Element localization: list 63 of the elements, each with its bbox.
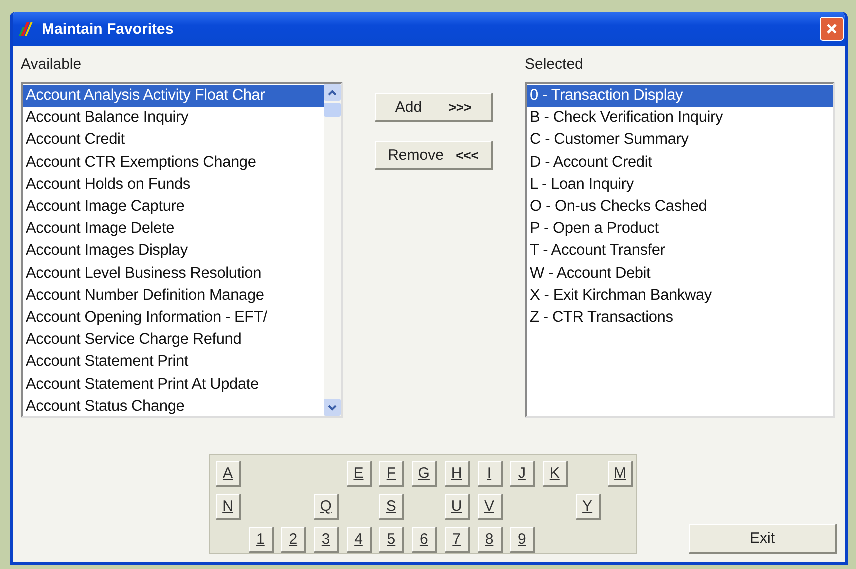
list-item[interactable]: Z - CTR Transactions (527, 307, 833, 330)
key-button[interactable]: V (478, 494, 502, 520)
list-item[interactable]: Account Level Business Resolution (23, 262, 324, 285)
list-item[interactable]: O - On-us Checks Cashed (527, 196, 833, 218)
list-item[interactable]: X - Exit Kirchman Bankway (527, 284, 833, 308)
list-item[interactable]: Account Image Delete (23, 218, 324, 240)
key-button[interactable]: U (444, 494, 470, 520)
key-button[interactable]: 6 (412, 527, 438, 553)
scrollbar-thumb[interactable] (324, 103, 341, 117)
key-button[interactable]: F (379, 461, 404, 487)
list-item[interactable]: Account Opening Information - EFT/ (23, 307, 324, 330)
list-item[interactable]: L - Loan Inquiry (527, 174, 833, 196)
list-item[interactable]: T - Account Transfer (527, 240, 833, 263)
list-item[interactable]: Account Analysis Activity Float Char (23, 85, 324, 108)
list-item[interactable]: W - Account Debit (527, 262, 833, 285)
key-button[interactable]: 3 (314, 527, 340, 553)
list-item[interactable]: Account Service Charge Refund (23, 329, 324, 352)
window-title: Maintain Favorites (42, 20, 175, 38)
key-button[interactable]: G (412, 461, 438, 487)
key-button[interactable]: 1 (248, 527, 274, 553)
list-item[interactable]: Account Credit (23, 129, 324, 152)
key-button[interactable]: Y (576, 494, 601, 520)
list-item[interactable]: Account CTR Exemptions Change (23, 152, 324, 174)
list-item[interactable]: D - Account Credit (527, 152, 833, 174)
key-button[interactable]: E (346, 461, 372, 487)
key-button[interactable]: N (216, 494, 241, 520)
key-button[interactable]: S (379, 494, 404, 520)
list-item[interactable]: B - Check Verification Inquiry (527, 107, 833, 130)
scrollbar[interactable] (324, 84, 341, 416)
key-button[interactable]: 9 (510, 527, 536, 553)
key-button[interactable]: A (216, 461, 241, 487)
key-button[interactable]: 2 (281, 527, 306, 553)
key-button[interactable]: I (478, 461, 502, 487)
list-item[interactable]: C - Customer Summary (527, 129, 833, 152)
key-button[interactable]: 5 (379, 527, 404, 553)
key-button[interactable]: K (542, 461, 568, 487)
list-item[interactable]: Account Image Capture (23, 196, 324, 218)
remove-button[interactable]: Remove <<< (375, 141, 493, 170)
key-button[interactable]: J (510, 461, 536, 487)
add-button[interactable]: Add >>> (375, 93, 493, 122)
close-icon (826, 23, 838, 35)
close-button[interactable] (820, 17, 844, 41)
key-button[interactable]: 4 (346, 527, 372, 553)
list-item[interactable]: Account Statement Print (23, 351, 324, 374)
scroll-down-icon[interactable] (328, 404, 337, 410)
list-item[interactable]: Account Images Display (23, 240, 324, 263)
list-item[interactable]: Account Holds on Funds (23, 174, 324, 196)
selected-label: Selected (525, 56, 584, 73)
app-logo-icon (18, 20, 36, 38)
list-item[interactable]: Account Status Change (23, 396, 324, 416)
key-button[interactable]: H (444, 461, 470, 487)
key-button[interactable]: M (608, 461, 634, 487)
list-item[interactable]: Account Statement Print At Update (23, 374, 324, 396)
key-button[interactable]: 8 (478, 527, 502, 553)
list-item[interactable]: P - Open a Product (527, 218, 833, 240)
list-item[interactable]: 0 - Transaction Display (527, 85, 833, 108)
available-label: Available (21, 56, 83, 73)
list-item[interactable]: Account Number Definition Manage (23, 284, 324, 308)
list-item[interactable]: Account Balance Inquiry (23, 107, 324, 130)
exit-button[interactable]: Exit (689, 524, 837, 554)
key-button[interactable]: 7 (444, 527, 470, 553)
key-button[interactable]: Q (314, 494, 340, 520)
scroll-up-icon[interactable] (328, 90, 337, 96)
